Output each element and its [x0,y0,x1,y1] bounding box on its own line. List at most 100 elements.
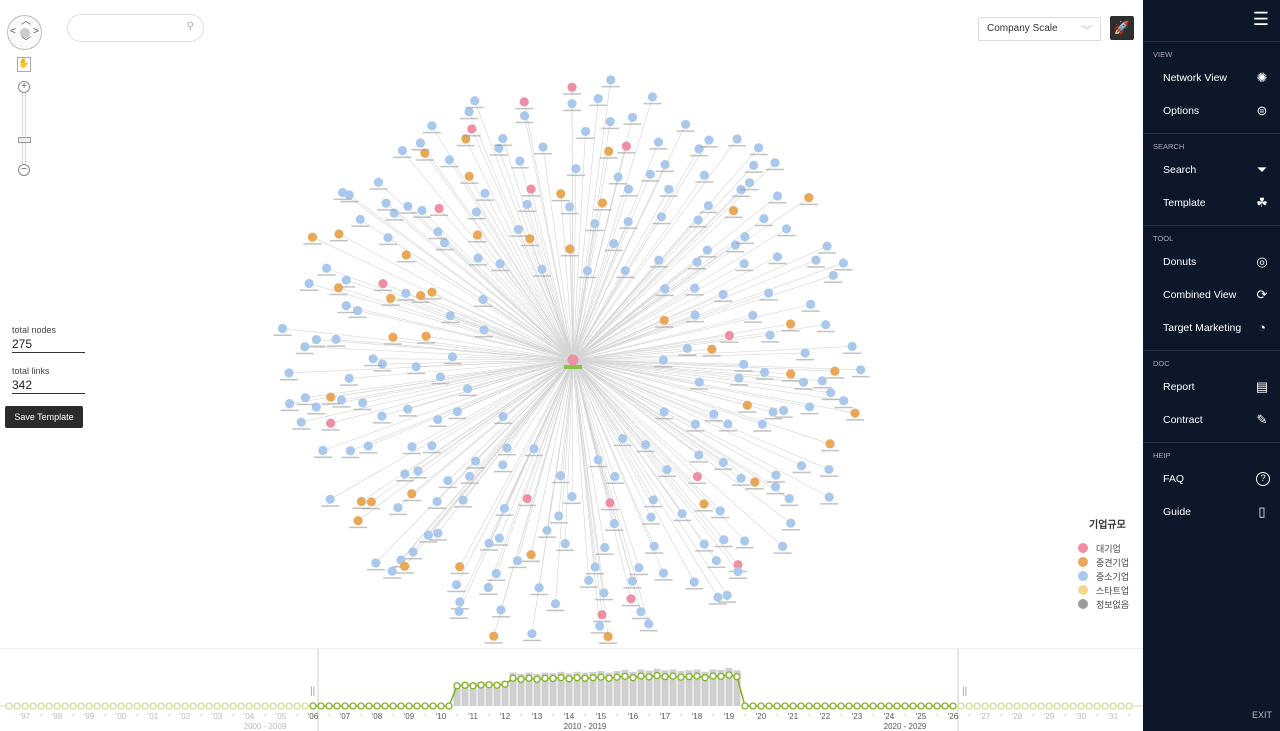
timeline-point[interactable] [901,702,909,710]
node[interactable] [786,518,796,528]
node[interactable] [724,330,734,341]
timeline-point[interactable] [101,702,109,710]
node[interactable] [627,112,638,122]
node[interactable] [603,631,613,642]
timeline-point[interactable] [357,702,365,710]
timeline-point[interactable] [1077,702,1085,710]
timeline-point[interactable] [605,674,613,682]
node[interactable] [326,392,336,402]
pan-right-icon[interactable]: > [33,27,39,37]
node[interactable] [439,238,450,248]
node[interactable] [850,408,860,418]
node[interactable] [300,342,310,352]
node[interactable] [648,495,658,505]
node[interactable] [397,145,408,156]
node[interactable] [784,493,794,504]
timeline-point[interactable] [461,681,469,689]
timeline-point[interactable] [709,672,717,680]
node[interactable] [856,365,866,375]
node[interactable] [400,469,410,479]
node[interactable] [542,525,552,536]
legend-item[interactable]: 중견기업 [1078,555,1129,569]
node[interactable] [634,563,644,573]
node[interactable] [454,606,464,616]
node[interactable] [358,398,368,408]
node[interactable] [613,172,623,182]
node[interactable] [599,588,609,598]
node[interactable] [415,138,425,148]
node[interactable] [811,255,821,265]
node[interactable] [732,134,742,144]
timeline[interactable]: || || '97 '98 '99 '00 '01 '02 '03 '04 '05 '06 '07 '08… [0,648,1143,731]
node[interactable] [728,205,739,216]
timeline-point[interactable] [533,675,541,683]
node[interactable] [640,440,651,450]
pan-left-icon[interactable]: < [10,27,16,37]
node[interactable] [604,146,614,156]
center-node[interactable] [567,354,579,366]
node[interactable] [653,137,664,147]
node[interactable] [513,224,524,234]
node[interactable] [778,405,789,416]
node[interactable] [593,93,603,104]
timeline-point[interactable] [565,675,573,683]
timeline-point[interactable] [221,702,229,710]
timeline-point[interactable] [765,702,773,710]
exit-button[interactable]: EXIT [1252,710,1272,720]
timeline-point[interactable] [413,702,421,710]
node[interactable] [702,245,712,255]
node[interactable] [284,368,294,378]
node[interactable] [662,465,672,475]
node[interactable] [427,441,437,451]
node[interactable] [318,445,328,456]
node[interactable] [519,97,529,107]
timeline-point[interactable] [213,702,221,710]
node[interactable] [765,330,775,340]
node[interactable] [554,511,564,521]
timeline-point[interactable] [781,702,789,710]
timeline-point[interactable] [725,671,733,679]
timeline-point[interactable] [733,672,741,681]
timeline-point[interactable] [853,702,861,710]
timeline-point[interactable] [477,681,485,689]
network-graph[interactable] [0,0,1143,648]
legend-item[interactable]: 중소기업 [1078,569,1129,583]
node[interactable] [341,275,351,285]
range-handle-right[interactable]: || [962,686,967,697]
node[interactable] [567,99,577,109]
node[interactable] [825,439,835,449]
node[interactable] [786,369,796,379]
timeline-point[interactable] [973,702,981,710]
node[interactable] [467,124,477,134]
timeline-point[interactable] [117,702,125,710]
node[interactable] [495,259,505,269]
timeline-point[interactable] [85,702,93,710]
timeline-point[interactable] [397,702,405,710]
node[interactable] [502,443,512,453]
node[interactable] [656,212,667,222]
node[interactable] [556,189,566,199]
timeline-point[interactable] [93,702,101,710]
node[interactable] [806,299,816,309]
timeline-point[interactable] [229,702,237,710]
node[interactable] [718,289,728,300]
node[interactable] [353,516,363,526]
node[interactable] [660,160,670,170]
node[interactable] [605,498,615,508]
node[interactable] [331,334,341,345]
timeline-point[interactable] [69,702,77,710]
node[interactable] [403,201,413,211]
node[interactable] [764,288,774,298]
timeline-point[interactable] [669,672,677,680]
timeline-point[interactable] [1005,702,1013,710]
timeline-point[interactable] [389,702,397,710]
timeline-point[interactable] [341,702,349,710]
node[interactable] [470,96,480,106]
node[interactable] [609,239,619,249]
timeline-point[interactable] [373,702,381,710]
timeline-point[interactable] [997,702,1005,710]
node[interactable] [387,566,397,576]
node[interactable] [644,619,654,629]
node[interactable] [366,497,376,507]
node[interactable] [593,455,603,465]
